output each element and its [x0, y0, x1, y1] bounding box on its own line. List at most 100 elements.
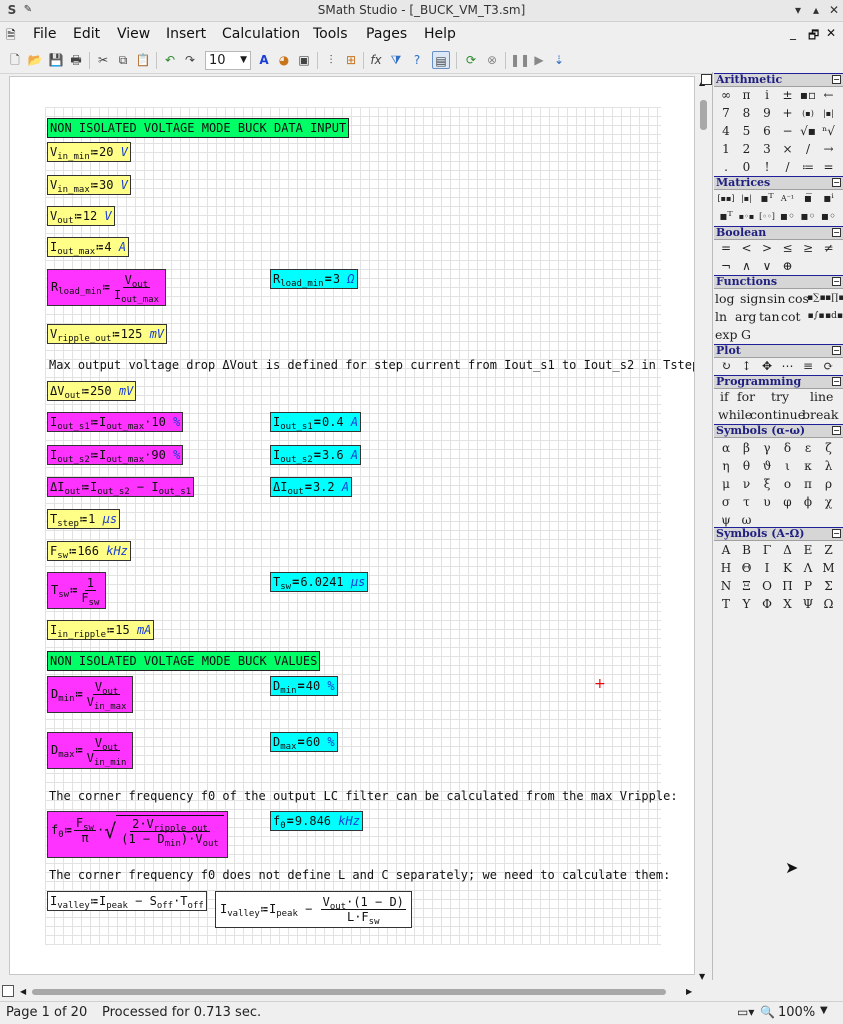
- page-layout-icon[interactable]: ▭▾: [737, 1005, 754, 1019]
- paste-icon[interactable]: 📋: [134, 51, 152, 69]
- menu-pages[interactable]: Pages: [366, 26, 407, 42]
- boolean-button-2[interactable]: >: [758, 240, 776, 257]
- symbol-upper-button-19[interactable]: Υ: [738, 596, 756, 613]
- symbol-lower-button-12[interactable]: μ: [717, 476, 735, 493]
- symbol-upper-button-21[interactable]: Χ: [779, 596, 797, 613]
- symbol-lower-button-24[interactable]: ψ: [717, 512, 735, 529]
- matrix-button-8[interactable]: [◦◦]: [758, 208, 776, 225]
- panel-pin-icon[interactable]: [701, 74, 712, 85]
- symbol-lower-button-25[interactable]: ω: [738, 512, 756, 529]
- ivalley-equation-1[interactable]: Ivalley≔Ipeak − Soff·Toff: [47, 891, 207, 911]
- matrix-button-0[interactable]: [▪▪]: [717, 190, 735, 207]
- text-corner-frequency-2[interactable]: The corner frequency f0 does not define …: [49, 868, 670, 882]
- symbol-upper-button-10[interactable]: Λ: [799, 560, 817, 577]
- copy-icon[interactable]: ⧉: [114, 51, 132, 69]
- arithmetic-button-3[interactable]: ±: [779, 87, 797, 104]
- text-voltage-drop[interactable]: Max output voltage drop ΔVout is defined…: [49, 358, 694, 372]
- fill-color-icon[interactable]: ◕: [275, 51, 293, 69]
- collapse-icon[interactable]: −: [832, 277, 841, 286]
- cut-icon[interactable]: ✂: [94, 51, 112, 69]
- document-icon[interactable]: 🗎: [6, 26, 16, 47]
- menu-view[interactable]: View: [117, 26, 150, 42]
- arithmetic-button-8[interactable]: 9: [758, 105, 776, 122]
- symbol-upper-button-5[interactable]: Ζ: [820, 542, 838, 559]
- menu-edit[interactable]: Edit: [73, 26, 100, 42]
- align-icon[interactable]: ⫶: [322, 51, 340, 69]
- boolean-button-7[interactable]: ∧: [738, 258, 756, 275]
- matrix-button-5[interactable]: ▪ⁱ: [820, 190, 838, 207]
- arithmetic-button-21[interactable]: ×: [779, 141, 797, 158]
- scroll-left-icon[interactable]: ◀: [20, 987, 26, 996]
- function-icon[interactable]: fx: [367, 51, 385, 69]
- zoom-level[interactable]: 100%: [778, 1005, 815, 1020]
- collapse-icon[interactable]: −: [832, 426, 841, 435]
- mdi-minimize-button[interactable]: _: [790, 26, 796, 40]
- boolean-button-1[interactable]: <: [738, 240, 756, 257]
- section-programming[interactable]: Programming −: [714, 375, 843, 389]
- plot-button-0[interactable]: ↻: [717, 358, 735, 375]
- matrix-button-6[interactable]: ▪ᵀ: [717, 208, 735, 225]
- rload-min-definition[interactable]: Rload_min≔ Vout Iout_max: [47, 269, 166, 306]
- arithmetic-button-9[interactable]: +: [779, 105, 797, 122]
- arithmetic-button-19[interactable]: 2: [738, 141, 756, 158]
- symbol-lower-button-2[interactable]: γ: [758, 440, 776, 457]
- symbol-lower-button-3[interactable]: δ: [779, 440, 797, 457]
- arithmetic-button-6[interactable]: 7: [717, 105, 735, 122]
- arithmetic-button-23[interactable]: →: [820, 141, 838, 158]
- matrix-button-9[interactable]: ▪◦: [779, 208, 797, 225]
- font-size-select[interactable]: 10 ▼: [205, 51, 251, 70]
- symbol-lower-button-20[interactable]: υ: [758, 494, 776, 511]
- symbol-lower-button-18[interactable]: σ: [717, 494, 735, 511]
- section-symbols-upper[interactable]: Symbols (Α-Ω) −: [714, 527, 843, 541]
- arithmetic-button-29[interactable]: =: [820, 159, 838, 176]
- func-sin[interactable]: sin: [767, 290, 785, 307]
- symbol-lower-button-23[interactable]: χ: [820, 494, 838, 511]
- arithmetic-button-5[interactable]: ←: [820, 87, 838, 104]
- matrix-button-7[interactable]: ▪◦▪: [738, 208, 756, 225]
- arithmetic-button-11[interactable]: |▪|: [820, 105, 838, 122]
- redo-icon[interactable]: ↷: [181, 51, 199, 69]
- symbol-lower-button-10[interactable]: κ: [799, 458, 817, 475]
- prog-while[interactable]: while: [718, 406, 752, 423]
- symbol-lower-button-1[interactable]: β: [738, 440, 756, 457]
- func-log[interactable]: log: [715, 290, 735, 307]
- dmin-result[interactable]: Dmin=40 %: [270, 676, 338, 696]
- symbol-lower-button-5[interactable]: ζ: [820, 440, 838, 457]
- symbol-lower-button-4[interactable]: ε: [799, 440, 817, 457]
- product-icon[interactable]: ▪∏▪: [825, 290, 843, 307]
- collapse-icon[interactable]: −: [832, 178, 841, 187]
- fsw-definition[interactable]: Fsw≔166 kHz: [47, 541, 131, 561]
- symbol-lower-button-21[interactable]: φ: [779, 494, 797, 511]
- mdi-close-button[interactable]: ✕: [826, 26, 836, 40]
- plot-button-3[interactable]: ⋯: [779, 358, 797, 375]
- vin-max-definition[interactable]: Vin_max≔30 V: [47, 175, 131, 195]
- print-icon[interactable]: 🖶: [67, 51, 85, 69]
- symbol-upper-button-12[interactable]: Ν: [717, 578, 735, 595]
- symbol-lower-button-8[interactable]: ϑ: [758, 458, 776, 475]
- section-boolean[interactable]: Boolean −: [714, 226, 843, 240]
- arithmetic-button-17[interactable]: ⁿ√: [820, 123, 838, 140]
- symbol-upper-button-0[interactable]: Α: [717, 542, 735, 559]
- func-tan[interactable]: tan: [759, 308, 780, 325]
- arithmetic-button-2[interactable]: i: [758, 87, 776, 104]
- text-color-icon[interactable]: A: [255, 51, 273, 69]
- arithmetic-button-12[interactable]: 4: [717, 123, 735, 140]
- prog-try[interactable]: try: [771, 388, 789, 405]
- symbol-upper-button-8[interactable]: Ι: [758, 560, 776, 577]
- symbol-upper-button-20[interactable]: Φ: [758, 596, 776, 613]
- boolean-button-3[interactable]: ≤: [779, 240, 797, 257]
- scroll-down-icon[interactable]: ▼: [699, 972, 705, 981]
- matrix-button-1[interactable]: |▪|: [738, 190, 756, 207]
- arithmetic-button-1[interactable]: π: [738, 87, 756, 104]
- step-icon[interactable]: ⇣: [550, 51, 568, 69]
- tsw-definition[interactable]: Tsw≔ 1 Fsw: [47, 572, 107, 609]
- func-gamma[interactable]: G: [741, 326, 751, 343]
- symbol-lower-button-9[interactable]: ι: [779, 458, 797, 475]
- symbol-lower-button-19[interactable]: τ: [738, 494, 756, 511]
- rload-min-result[interactable]: Rload_min=3 Ω: [270, 269, 358, 289]
- vripple-out-definition[interactable]: Vripple_out≔125 mV: [47, 324, 168, 344]
- save-icon[interactable]: 💾: [47, 51, 65, 69]
- vout-definition[interactable]: Vout≔12 V: [47, 206, 115, 226]
- menu-calculation[interactable]: Calculation: [222, 26, 300, 42]
- tstep-definition[interactable]: Tstep≔1 μs: [47, 509, 121, 529]
